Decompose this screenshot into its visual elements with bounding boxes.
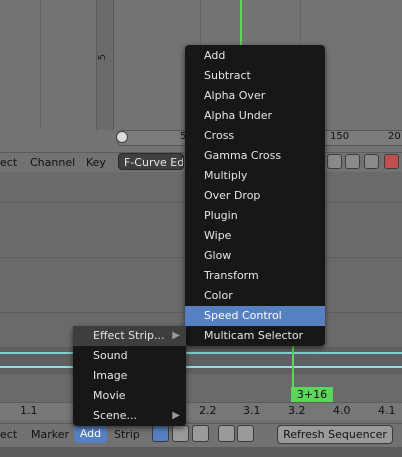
paste-icon[interactable] (237, 425, 254, 442)
ruler-tick: 4.0 (333, 404, 351, 417)
menu-item-label: Effect Strip... (93, 329, 165, 342)
menu-strip[interactable]: Strip (114, 428, 140, 441)
snap-icon[interactable] (345, 154, 360, 169)
checker-icon[interactable] (172, 425, 189, 442)
menu-item-effect-strip[interactable]: Effect Strip... ▶ (73, 326, 186, 346)
menu-item-multiply[interactable]: Multiply (185, 166, 325, 186)
vertical-scrollbar[interactable] (96, 0, 114, 130)
sound-strip[interactable] (0, 352, 402, 354)
view-type-icon[interactable] (152, 425, 169, 442)
add-menu: Effect Strip... ▶ Sound Image Movie Scen… (73, 326, 186, 426)
menu-item-over-drop[interactable]: Over Drop (185, 186, 325, 206)
menu-item-plugin[interactable]: Plugin (185, 206, 325, 226)
mode-select-dropdown[interactable]: F-Curve Edit (118, 153, 184, 170)
ruler-tick: 3.1 (243, 404, 261, 417)
frame-cursor-line[interactable] (240, 0, 242, 45)
menu-select[interactable]: ect (0, 428, 17, 441)
menu-item-alpha-over[interactable]: Alpha Over (185, 86, 325, 106)
scrollbar-handle[interactable] (116, 131, 128, 143)
record-icon[interactable] (384, 154, 399, 169)
frame-cursor-line[interactable] (292, 346, 294, 388)
pivot-icon[interactable] (327, 154, 342, 169)
menu-item-color[interactable]: Color (185, 286, 325, 306)
submenu-arrow-icon: ▶ (172, 330, 180, 341)
menu-item-scene[interactable]: Scene... ▶ (73, 406, 186, 426)
menu-item-add[interactable]: Add (185, 46, 325, 66)
menu-add[interactable]: Add (74, 425, 107, 443)
menu-item-sound[interactable]: Sound (73, 346, 186, 366)
filter-icon[interactable] (364, 154, 379, 169)
menu-item-transform[interactable]: Transform (185, 266, 325, 286)
menu-key[interactable]: Key (86, 156, 106, 169)
menu-item-image[interactable]: Image (73, 366, 186, 386)
menu-select[interactable]: ect (0, 156, 17, 169)
menu-item-alpha-under[interactable]: Alpha Under (185, 106, 325, 126)
menu-item-movie[interactable]: Movie (73, 386, 186, 406)
timeline-tick: 150 (330, 131, 350, 142)
menu-channel[interactable]: Channel (30, 156, 75, 169)
menu-item-cross[interactable]: Cross (185, 126, 325, 146)
menu-item-multicam-selector[interactable]: Multicam Selector (185, 326, 325, 346)
sound-strip[interactable] (0, 366, 402, 368)
menu-item-wipe[interactable]: Wipe (185, 226, 325, 246)
status-strip (0, 447, 402, 457)
ruler-tick: 3.2 (288, 404, 306, 417)
submenu-arrow-icon: ▶ (172, 410, 180, 421)
current-frame-badge: 3+16 (291, 387, 333, 403)
ruler-tick: 4.1 (378, 404, 396, 417)
refresh-sequencer-button[interactable]: Refresh Sequencer (277, 425, 393, 444)
timeline-tick: 20 (388, 131, 401, 142)
ruler-tick: 1.1 (20, 404, 38, 417)
display-mode-icon[interactable] (192, 425, 209, 442)
menu-marker[interactable]: Marker (31, 428, 69, 441)
ruler-tick: 2.2 (199, 404, 217, 417)
menu-item-label: Scene... (93, 409, 138, 422)
menu-item-glow[interactable]: Glow (185, 246, 325, 266)
vertical-scroll-label: 5 (97, 53, 108, 61)
menu-item-gamma-cross[interactable]: Gamma Cross (185, 146, 325, 166)
effect-strip-submenu: Add Subtract Alpha Over Alpha Under Cros… (185, 45, 325, 346)
grid-line (40, 0, 41, 130)
menu-item-speed-control[interactable]: Speed Control (185, 306, 325, 326)
menu-item-subtract[interactable]: Subtract (185, 66, 325, 86)
copy-icon[interactable] (218, 425, 235, 442)
